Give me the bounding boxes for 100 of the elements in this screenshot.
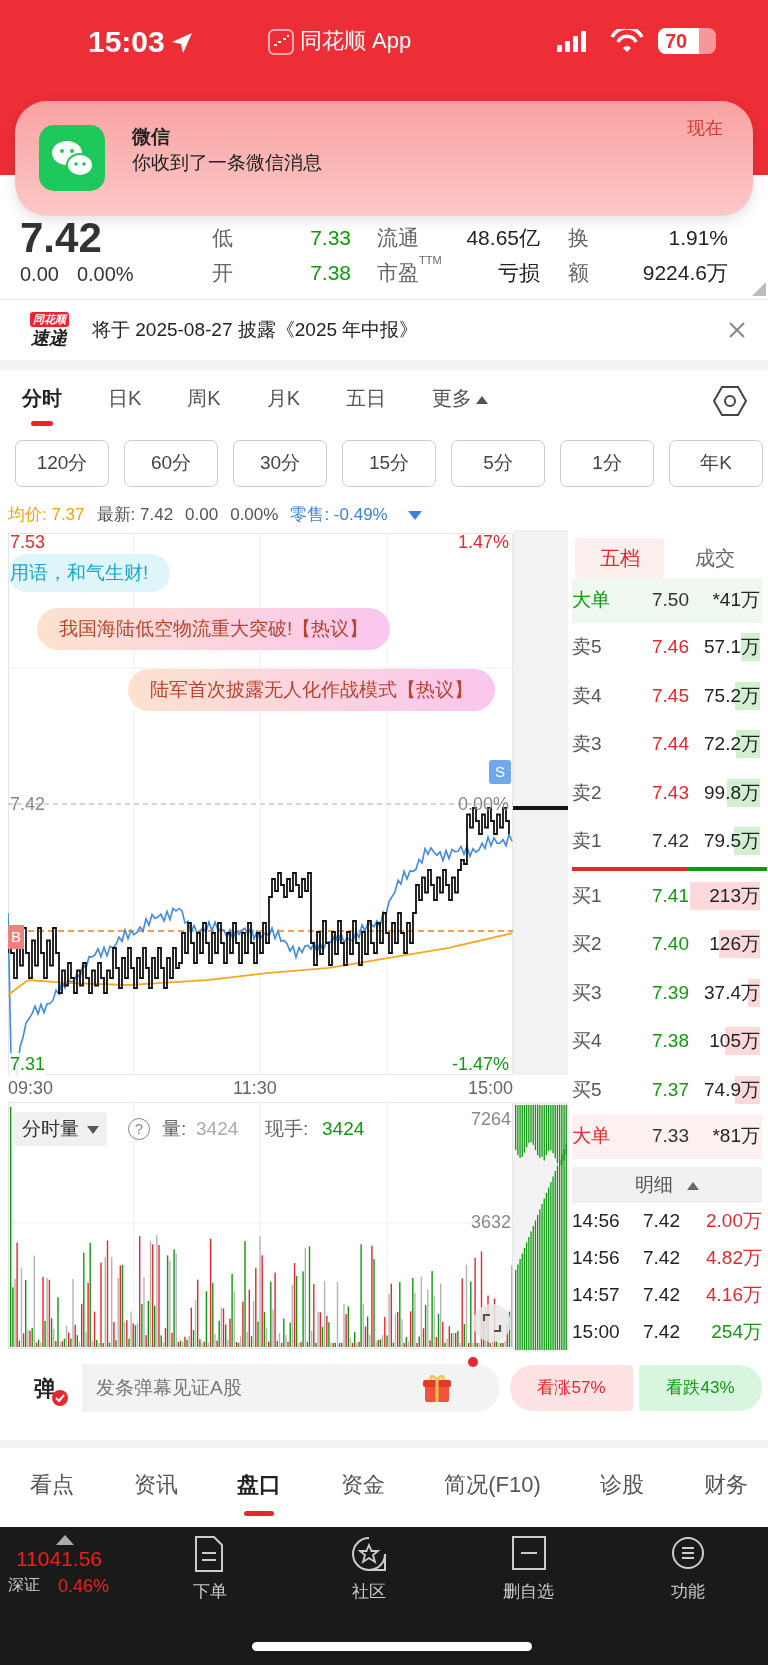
section-tab[interactable]: 财务 (703, 1470, 748, 1516)
chart-tab[interactable]: 五日 (346, 384, 387, 426)
period-button[interactable]: 15分 (342, 440, 436, 487)
price-axis-label: 7.31 (10, 1053, 46, 1075)
notification-banner[interactable]: 微信 你收到了一条微信消息 现在 (15, 101, 753, 216)
index-value: 11041.56 (16, 1546, 104, 1572)
hand-value: 3424 (322, 1118, 365, 1140)
comment-input[interactable]: 发条弹幕见证A股 (82, 1364, 500, 1412)
toolbar-button[interactable]: 下单 (130, 1535, 290, 1615)
app-icon (268, 29, 294, 55)
period-button[interactable]: 1分 (560, 440, 654, 487)
percent-axis-label: -1.47% (451, 1053, 509, 1075)
wifi-icon (610, 29, 644, 53)
section-tab[interactable]: 看点 (30, 1470, 74, 1516)
comment-bubble: 陆军首次披露无人化作战模式【热议】 (128, 669, 495, 711)
index-change: 0.46% (58, 1575, 110, 1598)
toolbar-button[interactable]: 功能 (608, 1535, 768, 1615)
volume-label: 量: (162, 1118, 187, 1140)
order-book-tab[interactable]: 成交 (670, 538, 759, 578)
quote-info: 0.00% (230, 504, 279, 527)
order-label: 买1 (572, 883, 603, 908)
stat-label: 市盈$^{TTM}$ (377, 255, 443, 286)
chart-tab[interactable]: 周K (187, 384, 221, 426)
comment-bubble: 我国海陆低空物流重大突破!【热议】 (37, 608, 391, 650)
stat-label: 开 (212, 260, 234, 286)
announcement-text[interactable]: 将于 2025-08-27 披露《2025 年中报》 (92, 315, 728, 345)
app-label: 同花顺 App (300, 27, 412, 55)
order-label: 卖1 (572, 829, 603, 853)
trade-amount: 4.16万 (705, 1283, 762, 1308)
volume-selector[interactable]: 分时量 (14, 1112, 107, 1146)
close-icon[interactable] (728, 321, 746, 339)
period-button[interactable]: 年K (669, 440, 763, 487)
location-icon (170, 31, 194, 55)
period-button[interactable]: 60分 (124, 440, 218, 487)
stat-value: 亏损 (497, 259, 540, 286)
dropdown-icon[interactable] (407, 509, 422, 521)
order-price: 7.46 (651, 635, 689, 659)
stat-value: 7.38 (309, 259, 351, 286)
trade-time: 14:57 (572, 1283, 621, 1308)
stat-label: 流通 (377, 225, 420, 251)
chart-tab[interactable]: 日K (108, 384, 142, 426)
toolbar-button[interactable]: 删自选 (449, 1535, 609, 1615)
settings-icon[interactable] (712, 385, 748, 417)
period-button[interactable]: 30分 (233, 440, 327, 487)
detail-header[interactable]: 明细 (572, 1167, 762, 1203)
up-arrow-icon (56, 1535, 74, 1545)
period-button[interactable]: 120分 (15, 440, 109, 487)
trade-price: 7.42 (642, 1246, 680, 1271)
time-axis-label: 09:30 (8, 1077, 54, 1099)
quote-info: 最新: 7.42 (96, 504, 174, 527)
period-button[interactable]: 5分 (451, 440, 545, 487)
order-price: 7.38 (651, 1029, 689, 1053)
chart-tab[interactable]: 月K (266, 384, 301, 426)
percent-axis-label: 1.47% (457, 533, 509, 551)
section-tab[interactable]: 诊股 (600, 1470, 645, 1516)
volume-value: 3424 (196, 1118, 239, 1140)
fullscreen-icon[interactable] (472, 1303, 512, 1343)
bullish-button[interactable]: 看涨57% (510, 1365, 633, 1411)
trade-time: 14:56 (572, 1246, 621, 1271)
section-tab[interactable]: 盘口 (237, 1470, 282, 1516)
order-volume: *81万 (711, 1124, 760, 1149)
notification-message: 你收到了一条微信消息 (132, 151, 322, 175)
order-label: 买5 (572, 1077, 603, 1102)
order-label: 买2 (572, 932, 603, 956)
section-tab[interactable]: 简况(F10) (444, 1470, 541, 1516)
order-label: 卖2 (572, 780, 603, 805)
order-label: 大单 (572, 588, 611, 613)
order-label: 买3 (572, 980, 603, 1005)
volume-axis-label: 7264 (470, 1108, 511, 1130)
trade-price: 7.42 (642, 1283, 680, 1308)
section-tab[interactable]: 资讯 (133, 1470, 178, 1516)
stat-value: 9224.6万 (641, 259, 728, 286)
order-label: 卖4 (572, 683, 603, 708)
index-ticker[interactable]: 11041.56 深证 0.46% (0, 1535, 130, 1665)
star-chat-icon (351, 1535, 388, 1573)
order-volume: 213万 (689, 881, 760, 910)
quote-info: 零售: -0.49% (290, 504, 388, 527)
order-label: 买4 (572, 1029, 603, 1053)
trade-price: 7.42 (642, 1320, 680, 1345)
signal-icon (557, 30, 587, 52)
order-price: 7.39 (651, 980, 689, 1005)
order-label: 大单 (572, 1124, 611, 1149)
toolbar-button[interactable]: 社区 (289, 1535, 449, 1615)
notification-title: 微信 (132, 125, 170, 149)
quote-info: 均价: 7.37 (8, 504, 85, 527)
order-label: 卖3 (572, 732, 603, 756)
stat-value: 7.33 (309, 224, 351, 251)
chart-tab[interactable]: 更多 (432, 384, 489, 426)
section-tab[interactable]: 资金 (340, 1470, 385, 1516)
order-price: 7.45 (651, 683, 689, 708)
time-axis-label: 15:00 (467, 1077, 513, 1099)
gift-icon[interactable] (423, 1374, 451, 1402)
order-label: 卖5 (572, 635, 603, 659)
order-book-tab[interactable]: 五档 (575, 538, 664, 578)
order-volume: *41万 (711, 588, 760, 613)
order-price: 7.44 (651, 732, 689, 756)
sell-marker: S (489, 760, 511, 784)
hand-label: 现手: (265, 1118, 309, 1140)
chart-tab[interactable]: 分时 (22, 384, 62, 426)
caret-icon (87, 1125, 99, 1134)
